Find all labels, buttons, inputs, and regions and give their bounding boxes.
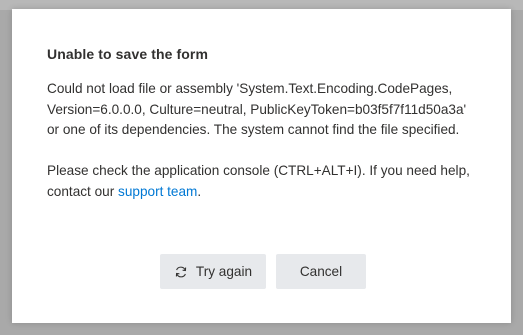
support-team-link[interactable]: support team [118,184,197,199]
error-dialog: Unable to save the form Could not load f… [12,9,511,323]
error-message-line-1: Could not load file or assembly 'System.… [47,81,453,96]
help-message: Please check the application console (CT… [47,161,487,202]
help-message-prefix: contact our [47,183,119,199]
error-message-line-2: Version=6.0.0.0, Culture=neutral, Public… [47,101,467,117]
error-message-line-3: or one of its dependencies. The system c… [47,122,460,137]
refresh-icon [174,265,188,279]
try-again-button[interactable]: Try again [160,254,266,289]
help-message-suffix: . [197,183,202,199]
cancel-label: Cancel [299,264,343,279]
cancel-button[interactable]: Cancel [276,254,366,289]
error-message: Could not load file or assembly 'System.… [47,79,487,141]
dialog-title: Unable to save the form [47,46,209,62]
try-again-label: Try again [195,264,253,279]
help-message-line-1: Please check the application console (CT… [47,163,470,178]
